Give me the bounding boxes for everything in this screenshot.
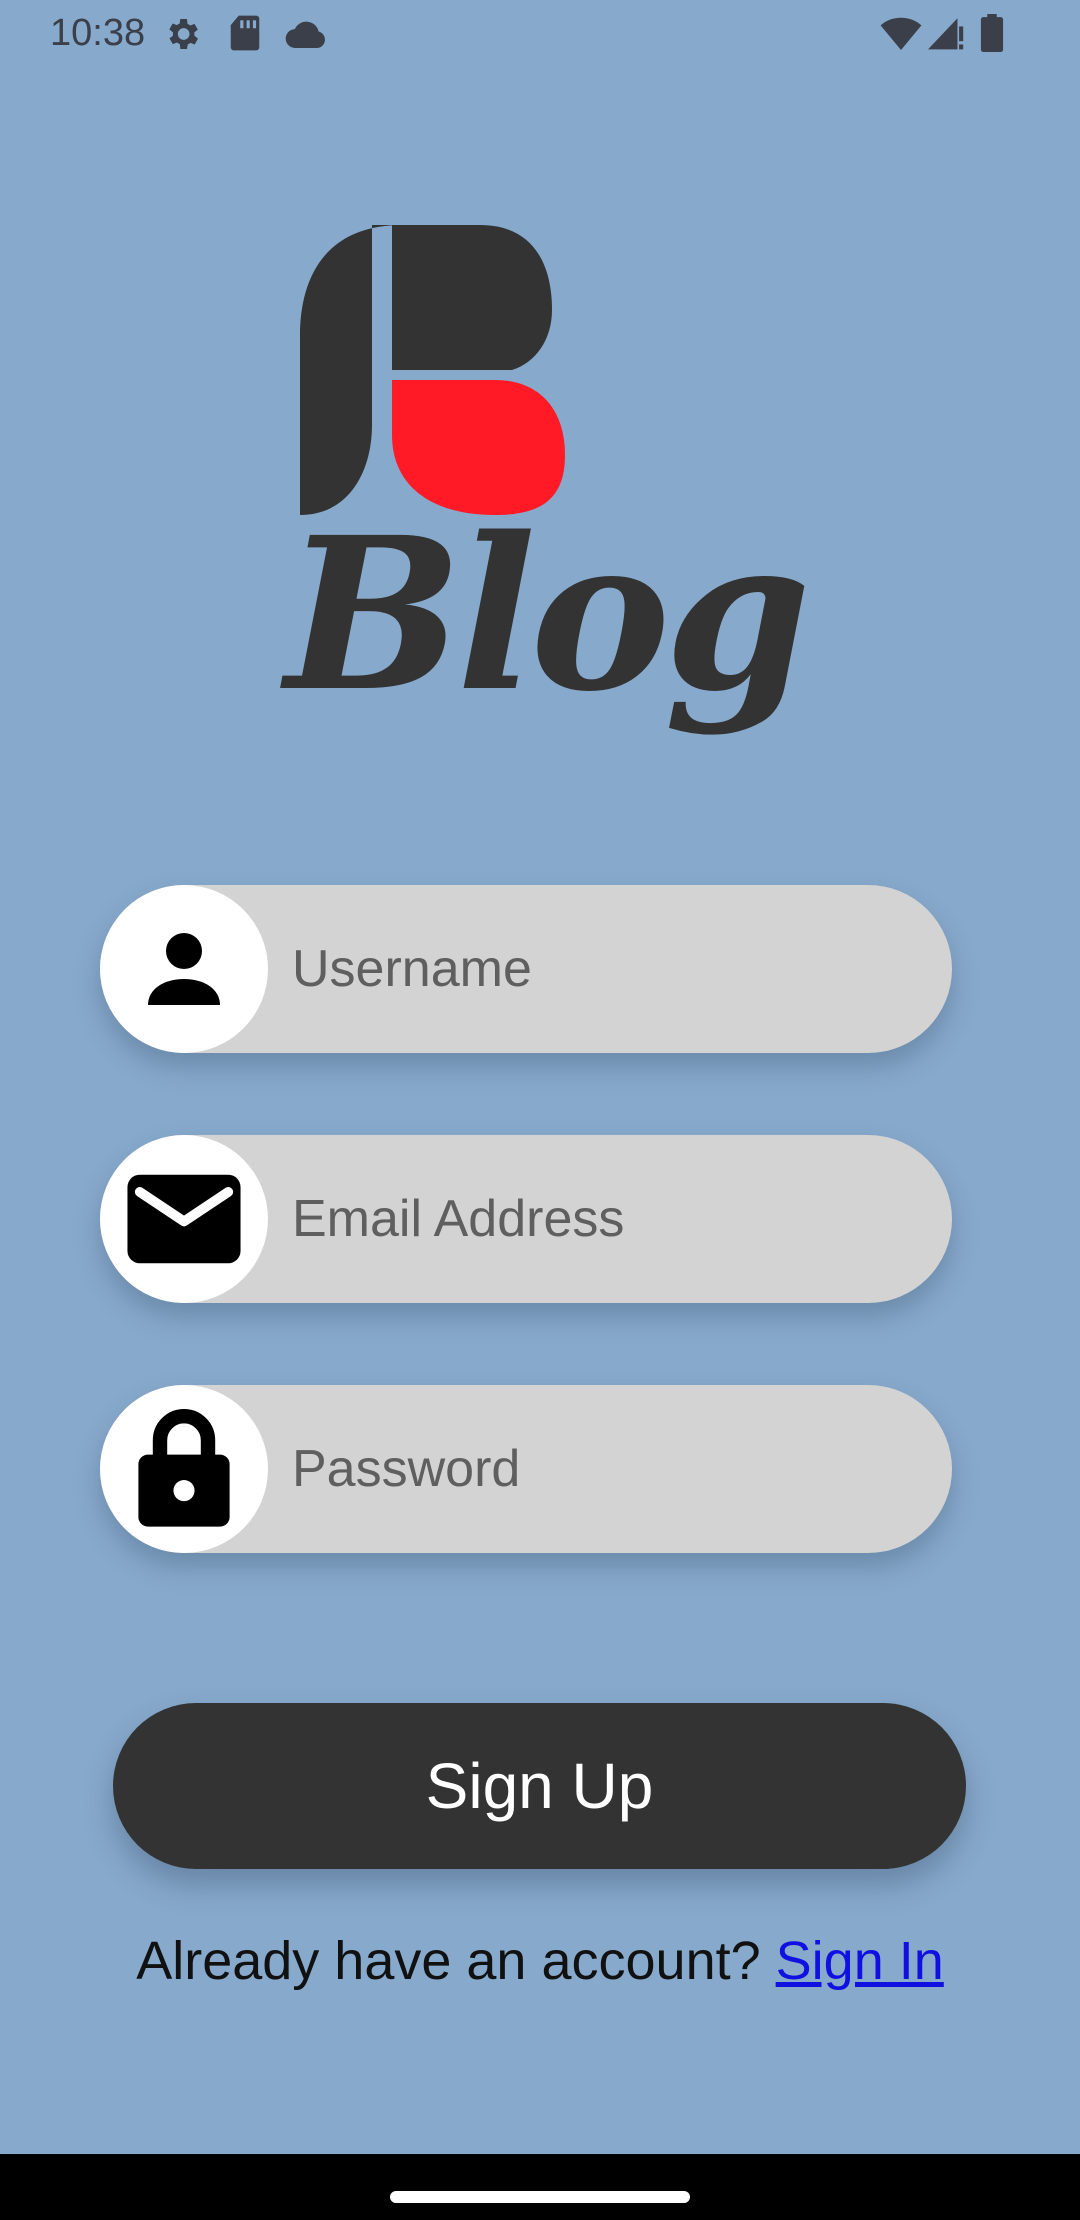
person-icon [148, 933, 220, 1005]
settings-icon [162, 14, 202, 58]
password-field[interactable] [100, 1385, 952, 1553]
email-icon-circle [100, 1135, 268, 1303]
sd-card-icon [228, 14, 262, 56]
password-icon-circle [100, 1385, 268, 1553]
email-field[interactable] [100, 1135, 952, 1303]
sign-in-row: Already have an account? Sign In [0, 1930, 1080, 1992]
username-icon-circle [100, 885, 268, 1053]
status-time: 10:38 [50, 12, 146, 54]
home-gesture-handle[interactable] [390, 2191, 690, 2203]
lock-icon [138, 1409, 230, 1527]
wifi-icon [880, 16, 922, 54]
sign-in-prompt: Already have an account? [136, 1931, 761, 1991]
signal-icon [928, 16, 964, 54]
mail-icon [127, 1174, 241, 1264]
sign-up-button[interactable]: Sign Up [113, 1703, 966, 1869]
status-bar: 10:38 [0, 0, 1080, 66]
cloud-icon [285, 20, 327, 52]
sign-in-link[interactable]: Sign In [776, 1931, 944, 1991]
password-input[interactable] [292, 1385, 912, 1553]
blog-logo-text: Blog [285, 491, 811, 738]
signup-screen: 10:38 Blog Username Email Address Sign U… [0, 0, 1080, 2220]
battery-icon [980, 14, 1004, 56]
username-field[interactable] [100, 885, 952, 1053]
username-input[interactable] [292, 885, 912, 1053]
navigation-bar [0, 2154, 1080, 2220]
email-input[interactable] [292, 1135, 912, 1303]
